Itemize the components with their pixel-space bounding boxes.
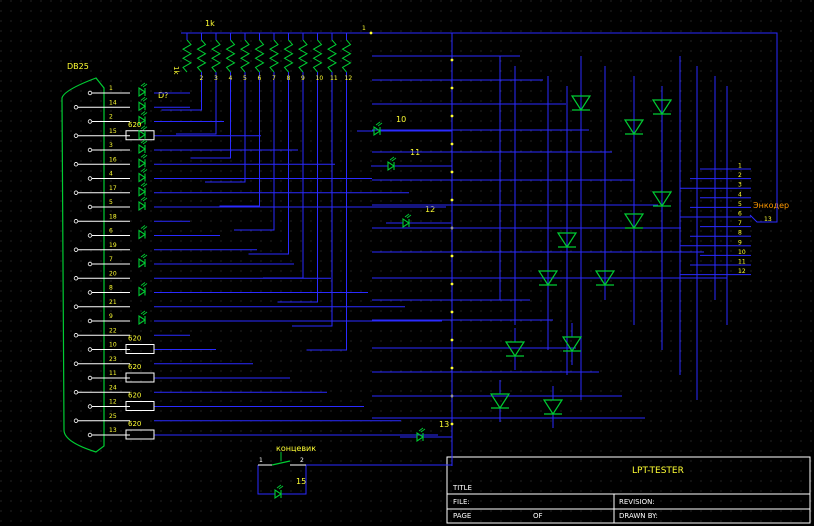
encoder-pin-number: 7 [738,220,742,227]
resistor-array-pin: 2 [200,75,204,82]
junction-dot [450,310,454,314]
led12-label: 12 [425,205,435,214]
junction-dot [450,142,454,146]
resistor-array-pin: 7 [272,75,276,82]
resistor-620-label: 620 [128,363,141,371]
db25-pin-number: 14 [109,99,117,106]
encoder-pin-number: 1 [738,163,742,170]
schematic-canvas: LPT-TESTER TITLE FILE: REVISION: PAGE OF… [0,0,814,526]
db25-pin-number: 6 [109,228,113,235]
db25-pin-number: 18 [109,213,117,220]
junction-dot [369,31,373,35]
junction-dot [450,86,454,90]
resistor-620-label: 620 [128,121,141,129]
resistor-array-pin: 9 [301,75,305,82]
resistor-array-value: 1k [205,19,215,28]
junction-dot [450,254,454,258]
db25-pin-number: 12 [109,399,117,406]
title-label: TITLE [452,484,472,492]
junction-dot [450,58,454,62]
resistor-array-pin: 3 [214,75,218,82]
db25-pin-number: 24 [109,384,117,391]
resistor-620-label: 620 [128,335,141,343]
junction-dot [450,366,454,370]
encoder-pin-number: 4 [738,191,742,198]
db25-pin-number: 1 [109,85,113,92]
db25-pin-number: 25 [109,413,117,420]
junction-dot [450,114,454,118]
led13-label: 13 [439,420,449,429]
encoder-pin-number: 2 [738,172,742,179]
db25-pin-number: 5 [109,199,113,206]
db25-pin-number: 23 [109,356,117,363]
resistor-array-pin: 6 [258,75,262,82]
grid-background [0,0,814,526]
switch-pin1-label: 1 [259,457,263,464]
switch-label: концевик [276,444,316,453]
db25-pin-number: 15 [109,128,117,135]
db25-pin-number: 22 [109,327,117,334]
page-label: PAGE [453,512,471,520]
encoder-pin-number: 6 [738,211,742,218]
junction-dot [450,282,454,286]
junction-dot [450,338,454,342]
resistor-array-pin: 11 [330,75,338,82]
resistor-620-label: 620 [128,392,141,400]
resistor-array-pin: 10 [316,75,324,82]
switch-pin2-label: 2 [300,457,304,464]
db25-pin-number: 3 [109,142,113,149]
encoder-pin-number: 3 [738,182,742,189]
encoder-pin-number: 8 [738,230,742,237]
revision-label: REVISION: [619,498,655,506]
led15-label: 15 [296,477,306,486]
db25-pin-number: 4 [109,171,113,178]
encoder-pin-number: 10 [738,249,746,256]
junction-dot [450,422,454,426]
encoder-pin-number: 5 [738,201,742,208]
encoder-pin-number: 12 [738,268,746,275]
resistor-array-vertical-label: 1k [172,66,180,75]
db25-pin-number: 19 [109,242,117,249]
db25-pin-number: 21 [109,299,117,306]
db25-pin-number: 16 [109,156,117,163]
db25-pin-number: 10 [109,342,117,349]
encoder-label: Энкодер [753,201,789,210]
file-label: FILE: [453,498,470,506]
db25-pin-number: 20 [109,270,117,277]
junction-dot [450,198,454,202]
db25-pin-number: 11 [109,370,117,377]
junction-dot [450,170,454,174]
db25-pin-number: 7 [109,256,113,263]
connector-name: DB25 [67,62,89,71]
resistor-array-pin: 4 [229,75,233,82]
drawn-by-label: DRAWN BY: [619,512,658,520]
led10-label: 10 [396,115,406,124]
db25-pin-number: 2 [109,114,113,121]
top-marker: 1 [362,25,366,32]
db25-pin-number: 13 [109,427,117,434]
d-top-label: D? [158,91,168,100]
db25-pin-number: 17 [109,185,117,192]
of-label: OF [533,512,543,520]
project-title: LPT-TESTER [632,466,684,476]
db25-pin-number: 9 [109,313,113,320]
resistor-array-pin: 12 [345,75,353,82]
resistor-620-label: 620 [128,420,141,428]
encoder-pin-number: 11 [738,259,746,266]
encoder-pin-number: 9 [738,239,742,246]
db25-pin-number: 8 [109,285,113,292]
resistor-array-pin: 5 [243,75,247,82]
resistor-array-pin: 8 [287,75,291,82]
